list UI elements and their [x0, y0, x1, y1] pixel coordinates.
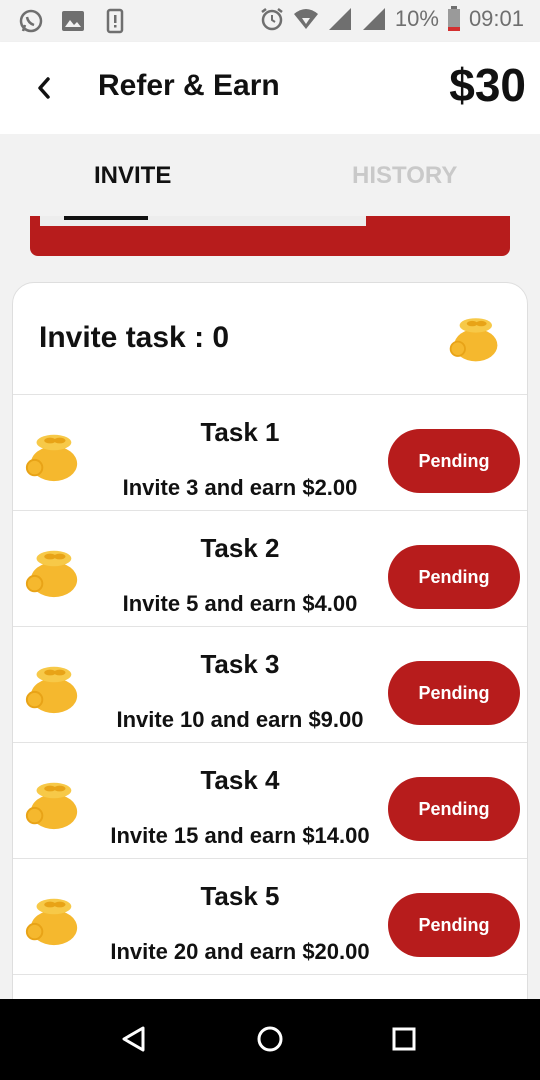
battery-percent: 10%	[394, 6, 439, 31]
task-name: Task 3	[200, 649, 280, 679]
image-icon	[62, 11, 84, 31]
alert-phone-icon	[106, 8, 124, 34]
task-description: Invite 3 and earn $2.00	[122, 475, 358, 500]
task-row: Task 4 Invite 15 and earn $14.00 Pending	[13, 743, 527, 859]
battery-icon	[447, 6, 460, 31]
task-row: Task 2 Invite 5 and earn $4.00 Pending	[13, 511, 527, 627]
signal-icon	[328, 8, 351, 30]
task-description: Invite 10 and earn $9.00	[116, 707, 364, 732]
whatsapp-icon	[19, 9, 43, 33]
pending-button[interactable]: Pending	[388, 893, 520, 957]
system-nav-bar	[0, 999, 540, 1080]
money-bag-icon	[25, 550, 78, 598]
task-description: Invite 15 and earn $14.00	[110, 823, 370, 848]
task-description: Invite 20 and earn $20.00	[110, 939, 370, 964]
alarm-icon	[261, 8, 283, 31]
status-bar: 10% 09:01	[0, 0, 540, 42]
page-title: Refer & Earn	[98, 69, 280, 102]
money-bag-icon	[25, 898, 78, 946]
money-bag-icon	[25, 782, 78, 830]
content-scroll[interactable]: Invite task : 0 Task 1 Invite 3 and earn…	[0, 216, 540, 999]
nav-home-button[interactable]	[252, 1021, 288, 1057]
invite-task-count: Invite task : 0	[39, 321, 230, 354]
nav-recents-button[interactable]	[386, 1021, 422, 1057]
money-bag-icon	[25, 666, 78, 714]
invite-task-card: Invite task : 0 Task 1 Invite 3 and earn…	[12, 282, 528, 999]
nav-back-button[interactable]	[116, 1021, 152, 1057]
task-row: Task 3 Invite 10 and earn $9.00 Pending	[13, 627, 527, 743]
signal-icon	[362, 8, 385, 30]
chevron-left-icon	[38, 77, 50, 99]
clock: 09:01	[468, 6, 524, 31]
pending-button[interactable]: Pending	[388, 661, 520, 725]
tab-bar: INVITE HISTORY	[0, 134, 540, 216]
pending-button[interactable]: Pending	[388, 545, 520, 609]
back-triangle-icon	[122, 1026, 145, 1052]
pending-button[interactable]: Pending	[388, 429, 520, 493]
home-circle-icon	[257, 1026, 283, 1052]
tab-invite[interactable]: INVITE	[94, 162, 171, 190]
money-bag-icon	[449, 318, 498, 362]
balance-amount: $30	[449, 59, 526, 111]
wifi-icon	[293, 9, 318, 29]
tab-history[interactable]: HISTORY	[352, 162, 457, 190]
tab-indicator	[64, 216, 148, 220]
task-name: Task 4	[200, 765, 280, 795]
referral-code-box	[30, 216, 510, 256]
task-row: Task 5 Invite 20 and earn $20.00 Pending	[13, 859, 527, 975]
task-name: Task 5	[200, 881, 280, 911]
task-row: Task 1 Invite 3 and earn $2.00 Pending	[13, 395, 527, 511]
pending-button[interactable]: Pending	[388, 777, 520, 841]
task-name: Task 1	[200, 417, 280, 447]
task-name: Task 2	[200, 533, 280, 563]
back-button[interactable]	[26, 68, 62, 108]
invite-task-header: Invite task : 0	[13, 283, 527, 395]
app-bar: Refer & Earn $30	[0, 42, 540, 134]
recents-square-icon	[392, 1027, 416, 1051]
money-bag-icon	[25, 434, 78, 482]
task-description: Invite 5 and earn $4.00	[122, 591, 358, 616]
